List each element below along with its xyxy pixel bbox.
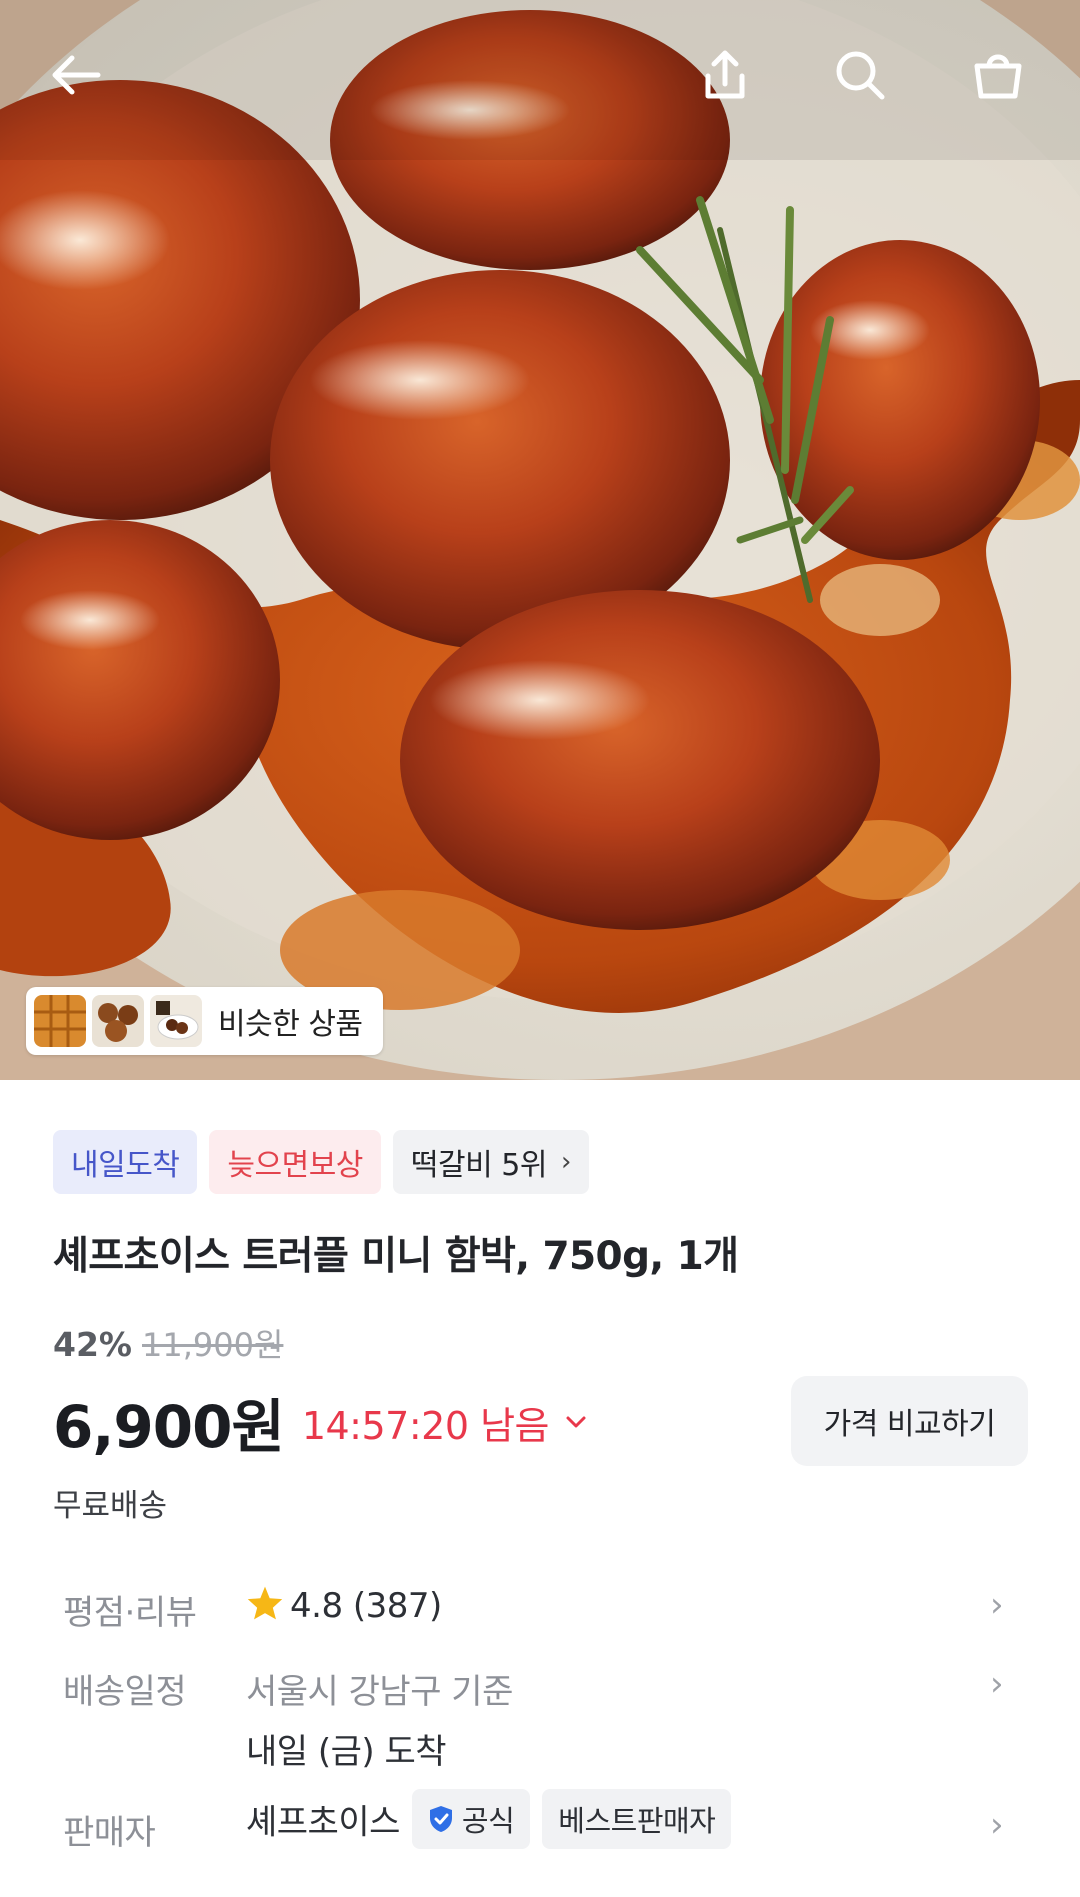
delivery-location: 서울시 강남구 기준	[246, 1672, 513, 1712]
product-info: 내일도착 늦으면보상 떡갈비 5위 › 셰프초이스 트러플 미니 함박, 750…	[0, 1080, 1080, 1897]
seller-label: 판매자	[63, 1813, 156, 1853]
rating-value: 4.8 (387)	[246, 1585, 442, 1626]
original-price: 11,900원	[142, 1326, 284, 1364]
badge-category-rank[interactable]: 떡갈비 5위 ›	[392, 1130, 589, 1194]
timer-text: 14:57:20 남음	[301, 1403, 550, 1448]
similar-thumb-1	[34, 995, 86, 1047]
star-icon	[247, 1586, 283, 1620]
search-button[interactable]	[825, 40, 895, 110]
discount-rate: 42%	[53, 1325, 132, 1364]
best-seller-chip: 베스트판매자	[542, 1789, 732, 1849]
top-navigation-bar	[0, 0, 1080, 150]
share-button[interactable]	[690, 40, 760, 110]
similar-products-label: 비슷한 상품	[218, 1007, 363, 1042]
hamburg-steak-photo	[0, 0, 1080, 1080]
chevron-right-icon: ›	[990, 1805, 1004, 1845]
cart-button[interactable]	[963, 40, 1033, 110]
sale-price: 6,900원	[53, 1393, 285, 1461]
seller-name: 셰프초이스	[246, 1802, 400, 1843]
badge-list: 내일도착 늦으면보상 떡갈비 5위 ›	[53, 1130, 589, 1194]
badge-tomorrow-delivery: 내일도착	[53, 1130, 198, 1194]
rating-review-row[interactable]: 평점·리뷰 4.8 (387) ›	[0, 1575, 1080, 1645]
back-button[interactable]	[40, 40, 110, 110]
seller-row[interactable]: 판매자 셰프초이스 공식 베스트판매자 ›	[0, 1785, 1080, 1865]
review-count: (387)	[352, 1586, 442, 1626]
product-image[interactable]: 비슷한 상품	[0, 0, 1080, 1080]
rating-score: 4.8	[290, 1586, 343, 1626]
product-title: 셰프초이스 트러플 미니 함박, 750g, 1개	[53, 1234, 739, 1279]
deal-timer[interactable]: 14:57:20 남음	[302, 1395, 587, 1450]
badge-late-compensation: 늦으면보상	[209, 1130, 381, 1194]
free-shipping-label: 무료배송	[53, 1488, 168, 1524]
seller-info: 셰프초이스 공식 베스트판매자	[246, 1789, 732, 1849]
price-row: 6,900원 14:57:20 남음	[53, 1380, 587, 1464]
delivery-label: 배송일정	[63, 1672, 187, 1712]
official-chip: 공식	[411, 1789, 531, 1849]
chevron-right-icon: ›	[990, 1664, 1004, 1704]
chevron-right-icon: ›	[560, 1147, 571, 1177]
similar-products-button[interactable]: 비슷한 상품	[26, 987, 383, 1055]
delivery-date: 내일 (금) 도착	[246, 1732, 447, 1772]
compare-price-button[interactable]: 가격 비교하기	[791, 1376, 1028, 1466]
similar-thumb-2	[92, 995, 144, 1047]
rating-label: 평점·리뷰	[63, 1593, 197, 1633]
arrow-left-icon	[52, 55, 101, 95]
shopping-bag-icon	[974, 54, 1022, 99]
verified-shield-icon	[429, 1806, 452, 1832]
search-icon	[836, 51, 885, 100]
similar-thumb-3	[150, 995, 202, 1047]
share-icon	[705, 50, 745, 99]
delivery-schedule-row[interactable]: 배송일정 서울시 강남구 기준 내일 (금) 도착 ›	[0, 1652, 1080, 1772]
discount-row: 42% 11,900원	[53, 1320, 283, 1366]
chevron-down-icon	[566, 1416, 586, 1428]
chevron-right-icon: ›	[990, 1585, 1004, 1625]
